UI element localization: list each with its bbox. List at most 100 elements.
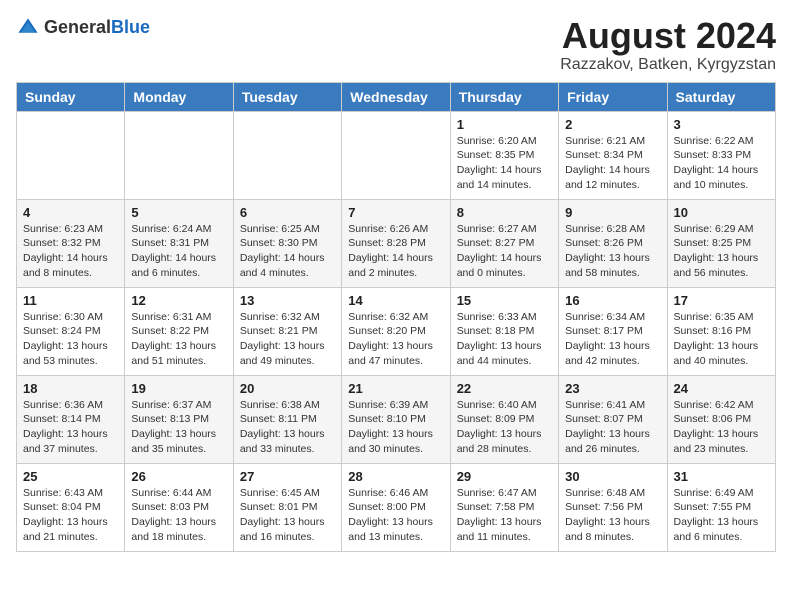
day-number: 17 [674, 293, 769, 308]
day-info: Sunrise: 6:32 AM Sunset: 8:21 PM Dayligh… [240, 310, 335, 369]
header-friday: Friday [559, 82, 667, 111]
week-row-4: 18Sunrise: 6:36 AM Sunset: 8:14 PM Dayli… [17, 375, 776, 463]
header-thursday: Thursday [450, 82, 558, 111]
day-cell: 29 Sunrise: 6:47 AM Sunset: 7:58 PM Dayli… [450, 463, 558, 551]
day-info: Sunrise: 6:39 AM Sunset: 8:10 PM Dayligh… [348, 398, 443, 457]
day-number: 9 [565, 205, 660, 220]
logo-general: General [44, 17, 111, 37]
day-cell: 6 Sunrise: 6:25 AM Sunset: 8:30 PM Daylig… [233, 199, 341, 287]
day-number: 5 [131, 205, 226, 220]
day-info: Sunrise: 6:31 AM Sunset: 8:22 PM Dayligh… [131, 310, 226, 369]
day-cell: 28 Sunrise: 6:46 AM Sunset: 8:00 PM Dayli… [342, 463, 450, 551]
day-cell: 25 Sunrise: 6:43 AM Sunset: 8:04 PM Dayli… [17, 463, 125, 551]
day-number: 16 [565, 293, 660, 308]
day-info: Sunrise: 6:44 AM Sunset: 8:03 PM Dayligh… [131, 486, 226, 545]
day-number: 11 [23, 293, 118, 308]
day-number: 20 [240, 381, 335, 396]
day-number: 27 [240, 469, 335, 484]
calendar: SundayMondayTuesdayWednesdayThursdayFrid… [16, 82, 776, 552]
header-wednesday: Wednesday [342, 82, 450, 111]
day-number: 23 [565, 381, 660, 396]
day-number: 3 [674, 117, 769, 132]
day-info: Sunrise: 6:48 AM Sunset: 7:56 PM Dayligh… [565, 486, 660, 545]
day-info: Sunrise: 6:41 AM Sunset: 8:07 PM Dayligh… [565, 398, 660, 457]
day-info: Sunrise: 6:21 AM Sunset: 8:34 PM Dayligh… [565, 134, 660, 193]
day-info: Sunrise: 6:24 AM Sunset: 8:31 PM Dayligh… [131, 222, 226, 281]
day-number: 19 [131, 381, 226, 396]
day-cell: 26Sunrise: 6:44 AM Sunset: 8:03 PM Dayli… [125, 463, 233, 551]
day-info: Sunrise: 6:26 AM Sunset: 8:28 PM Dayligh… [348, 222, 443, 281]
week-row-1: 1Sunrise: 6:20 AM Sunset: 8:35 PM Daylig… [17, 111, 776, 199]
day-info: Sunrise: 6:45 AM Sunset: 8:01 PM Dayligh… [240, 486, 335, 545]
day-cell [17, 111, 125, 199]
day-cell: 5 Sunrise: 6:24 AM Sunset: 8:31 PM Daylig… [125, 199, 233, 287]
day-number: 10 [674, 205, 769, 220]
day-cell: 20Sunrise: 6:38 AM Sunset: 8:11 PM Dayli… [233, 375, 341, 463]
day-info: Sunrise: 6:49 AM Sunset: 7:55 PM Dayligh… [674, 486, 769, 545]
day-number: 21 [348, 381, 443, 396]
day-number: 24 [674, 381, 769, 396]
day-info: Sunrise: 6:47 AM Sunset: 7:58 PM Dayligh… [457, 486, 552, 545]
header-row: SundayMondayTuesdayWednesdayThursdayFrid… [17, 82, 776, 111]
day-info: Sunrise: 6:35 AM Sunset: 8:16 PM Dayligh… [674, 310, 769, 369]
day-info: Sunrise: 6:32 AM Sunset: 8:20 PM Dayligh… [348, 310, 443, 369]
day-cell: 15 Sunrise: 6:33 AM Sunset: 8:18 PM Dayli… [450, 287, 558, 375]
day-cell: 24Sunrise: 6:42 AM Sunset: 8:06 PM Dayli… [667, 375, 775, 463]
logo: GeneralBlue [16, 16, 150, 40]
day-number: 14 [348, 293, 443, 308]
day-cell: 4 Sunrise: 6:23 AM Sunset: 8:32 PM Daylig… [17, 199, 125, 287]
day-info: Sunrise: 6:33 AM Sunset: 8:18 PM Dayligh… [457, 310, 552, 369]
day-cell: 18Sunrise: 6:36 AM Sunset: 8:14 PM Dayli… [17, 375, 125, 463]
day-cell: 11 Sunrise: 6:30 AM Sunset: 8:24 PM Dayli… [17, 287, 125, 375]
day-cell: 14 Sunrise: 6:32 AM Sunset: 8:20 PM Dayli… [342, 287, 450, 375]
day-number: 8 [457, 205, 552, 220]
day-cell: 12 Sunrise: 6:31 AM Sunset: 8:22 PM Dayli… [125, 287, 233, 375]
day-info: Sunrise: 6:34 AM Sunset: 8:17 PM Dayligh… [565, 310, 660, 369]
day-cell: 8 Sunrise: 6:27 AM Sunset: 8:27 PM Daylig… [450, 199, 558, 287]
day-cell: 22Sunrise: 6:40 AM Sunset: 8:09 PM Dayli… [450, 375, 558, 463]
day-number: 2 [565, 117, 660, 132]
day-number: 18 [23, 381, 118, 396]
day-number: 4 [23, 205, 118, 220]
day-info: Sunrise: 6:27 AM Sunset: 8:27 PM Dayligh… [457, 222, 552, 281]
week-row-5: 25 Sunrise: 6:43 AM Sunset: 8:04 PM Dayli… [17, 463, 776, 551]
day-cell: 9 Sunrise: 6:28 AM Sunset: 8:26 PM Daylig… [559, 199, 667, 287]
day-cell: 16 Sunrise: 6:34 AM Sunset: 8:17 PM Dayli… [559, 287, 667, 375]
day-cell: 30 Sunrise: 6:48 AM Sunset: 7:56 PM Dayli… [559, 463, 667, 551]
day-number: 12 [131, 293, 226, 308]
day-info: Sunrise: 6:30 AM Sunset: 8:24 PM Dayligh… [23, 310, 118, 369]
day-number: 28 [348, 469, 443, 484]
day-cell: 3Sunrise: 6:22 AM Sunset: 8:33 PM Daylig… [667, 111, 775, 199]
month-year: August 2024 [560, 16, 776, 56]
day-cell: 21 Sunrise: 6:39 AM Sunset: 8:10 PM Dayli… [342, 375, 450, 463]
day-cell: 1Sunrise: 6:20 AM Sunset: 8:35 PM Daylig… [450, 111, 558, 199]
week-row-3: 11 Sunrise: 6:30 AM Sunset: 8:24 PM Dayli… [17, 287, 776, 375]
day-number: 29 [457, 469, 552, 484]
header-tuesday: Tuesday [233, 82, 341, 111]
header: GeneralBlue August 2024 Razzakov, Batken… [16, 16, 776, 74]
title-area: August 2024 Razzakov, Batken, Kyrgyzstan [560, 16, 776, 74]
day-cell: 13 Sunrise: 6:32 AM Sunset: 8:21 PM Dayli… [233, 287, 341, 375]
day-number: 7 [348, 205, 443, 220]
day-info: Sunrise: 6:23 AM Sunset: 8:32 PM Dayligh… [23, 222, 118, 281]
day-info: Sunrise: 6:28 AM Sunset: 8:26 PM Dayligh… [565, 222, 660, 281]
header-monday: Monday [125, 82, 233, 111]
day-cell [342, 111, 450, 199]
day-info: Sunrise: 6:40 AM Sunset: 8:09 PM Dayligh… [457, 398, 552, 457]
day-info: Sunrise: 6:37 AM Sunset: 8:13 PM Dayligh… [131, 398, 226, 457]
day-number: 13 [240, 293, 335, 308]
day-info: Sunrise: 6:43 AM Sunset: 8:04 PM Dayligh… [23, 486, 118, 545]
week-row-2: 4 Sunrise: 6:23 AM Sunset: 8:32 PM Daylig… [17, 199, 776, 287]
day-number: 25 [23, 469, 118, 484]
day-cell: 19 Sunrise: 6:37 AM Sunset: 8:13 PM Dayli… [125, 375, 233, 463]
day-number: 1 [457, 117, 552, 132]
day-info: Sunrise: 6:46 AM Sunset: 8:00 PM Dayligh… [348, 486, 443, 545]
day-cell [125, 111, 233, 199]
day-number: 30 [565, 469, 660, 484]
day-number: 6 [240, 205, 335, 220]
day-cell: 10Sunrise: 6:29 AM Sunset: 8:25 PM Dayli… [667, 199, 775, 287]
day-info: Sunrise: 6:25 AM Sunset: 8:30 PM Dayligh… [240, 222, 335, 281]
day-number: 15 [457, 293, 552, 308]
location: Razzakov, Batken, Kyrgyzstan [560, 56, 776, 74]
logo-icon [16, 16, 40, 40]
